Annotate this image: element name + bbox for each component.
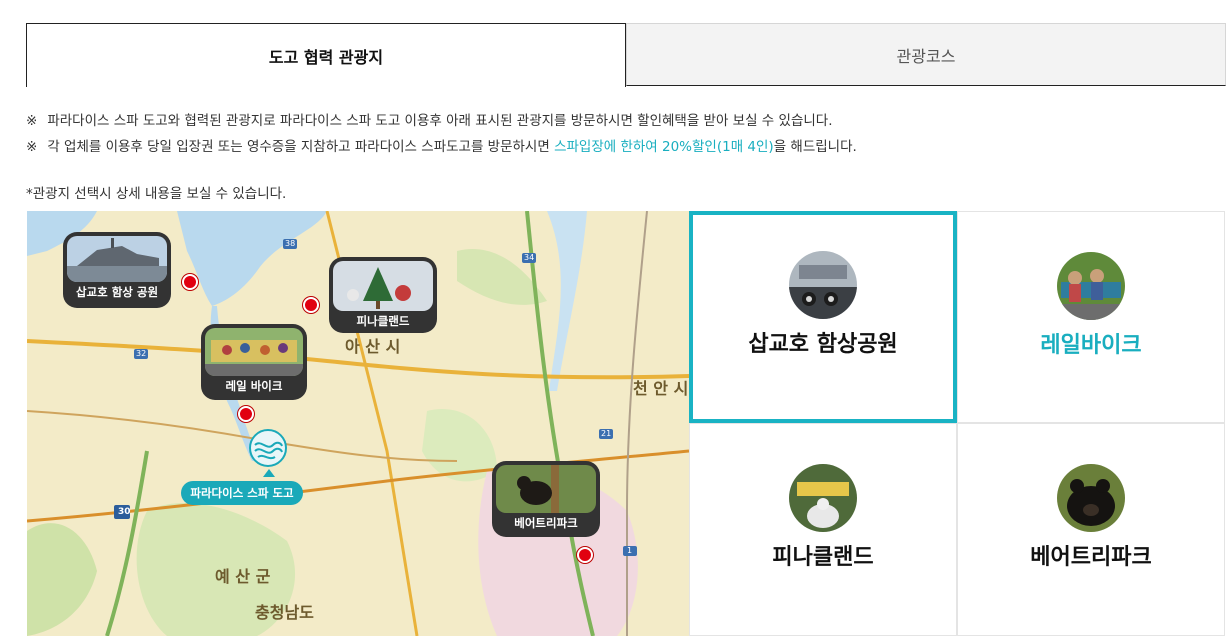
map-pin-pinacle[interactable] xyxy=(303,297,319,313)
pinacle-thumbnail xyxy=(789,464,857,532)
notice-line-2-end: 을 해드립니다. xyxy=(773,139,857,155)
card-title: 피나클랜드 xyxy=(772,545,874,570)
tab-tour-courses[interactable]: 관광코스 xyxy=(626,23,1226,86)
pinacle-photo xyxy=(333,261,433,311)
tourism-map: 아 산 시 천 안 시 예 산 군 충청남도 38 32 21 34 30 1 … xyxy=(27,211,689,636)
notice-line-1-text: 파라다이스 스파 도고와 협력된 관광지로 파라다이스 스파 도고 이용후 아래… xyxy=(47,113,833,129)
beartree-thumbnail xyxy=(1057,464,1125,532)
map-pin-railbike[interactable] xyxy=(238,406,254,422)
reference-mark: ※ xyxy=(26,113,38,129)
route-21-label: 21 xyxy=(601,429,612,438)
callout-caption: 레일 바이크 xyxy=(225,379,283,393)
card-pinacle-land[interactable]: 피나클랜드 xyxy=(689,423,957,636)
route-1-label: 1 xyxy=(627,546,633,555)
region-label-yesan: 예 산 군 xyxy=(215,567,271,586)
notice-text: ※ 파라다이스 스파 도고와 협력된 관광지로 파라다이스 스파 도고 이용후 아… xyxy=(26,108,857,160)
notice-line-2: ※ 각 업체를 이용후 당일 입장권 또는 영수증을 지참하고 파라다이스 스파도… xyxy=(26,134,857,160)
spa-pointer xyxy=(263,469,275,477)
callout-caption: 삽교호 함상 공원 xyxy=(75,285,159,299)
route-34-label: 34 xyxy=(524,253,535,262)
card-bear-tree-park[interactable]: 베어트리파크 xyxy=(957,423,1225,636)
railbike-photo xyxy=(205,328,303,376)
paradise-spa-logo-icon xyxy=(249,429,287,467)
map-pin-beartree[interactable] xyxy=(577,547,593,563)
map-callout-railbike[interactable]: 레일 바이크 xyxy=(201,324,307,400)
route-38-label: 38 xyxy=(285,239,296,248)
map-callout-pinacle[interactable]: 피나클랜드 xyxy=(329,257,437,333)
callout-caption: 베어트리파크 xyxy=(514,516,578,530)
notice-line-2-text: 각 업체를 이용후 당일 입장권 또는 영수증을 지참하고 파라다이스 스파도고… xyxy=(47,139,555,155)
beartree-photo xyxy=(496,465,596,513)
notice-line-1: ※ 파라다이스 스파 도고와 협력된 관광지로 파라다이스 스파 도고 이용후 아… xyxy=(26,108,857,134)
region-label-chungnam: 충청남도 xyxy=(255,603,314,622)
railbike-thumbnail xyxy=(1057,252,1125,320)
warship-photo xyxy=(67,236,167,282)
card-rail-bike[interactable]: 레일바이크 xyxy=(957,211,1225,423)
reference-mark: ※ xyxy=(26,139,38,155)
sapgyoho-thumbnail xyxy=(789,251,857,319)
paradise-spa-dogo-marker[interactable]: 파라다이스 스파 도고 xyxy=(181,481,303,505)
card-title: 베어트리파크 xyxy=(1030,545,1152,570)
map-callout-beartree[interactable]: 베어트리파크 xyxy=(492,461,600,537)
discount-highlight: 스파입장에 한하여 20%할인(1매 4인) xyxy=(554,139,774,155)
callout-caption: 피나클랜드 xyxy=(356,314,410,328)
map-callout-sapgyoho[interactable]: 삽교호 함상 공원 xyxy=(63,232,171,308)
tab-dogo-partner-attractions[interactable]: 도고 협력 관광지 xyxy=(26,23,626,87)
card-title: 삽교호 함상공원 xyxy=(748,332,898,357)
region-label-cheonan: 천 안 시 xyxy=(633,379,689,398)
route-32-label: 32 xyxy=(136,349,147,358)
region-label-asan: 아 산 시 xyxy=(345,337,401,356)
card-title: 레일바이크 xyxy=(1040,333,1142,358)
card-sapgyoho-naval-park[interactable]: 삽교호 함상공원 xyxy=(689,211,957,423)
tab-bar: 도고 협력 관광지 관광코스 xyxy=(26,23,1226,87)
attraction-card-grid: 삽교호 함상공원 레일바이크 피나클랜드 베어트리파크 xyxy=(689,211,1225,636)
map-pin-sapgyoho[interactable] xyxy=(182,274,198,290)
route-30-label: 30 xyxy=(118,507,131,517)
selection-hint: *관광지 선택시 상세 내용을 보실 수 있습니다. xyxy=(26,186,287,202)
